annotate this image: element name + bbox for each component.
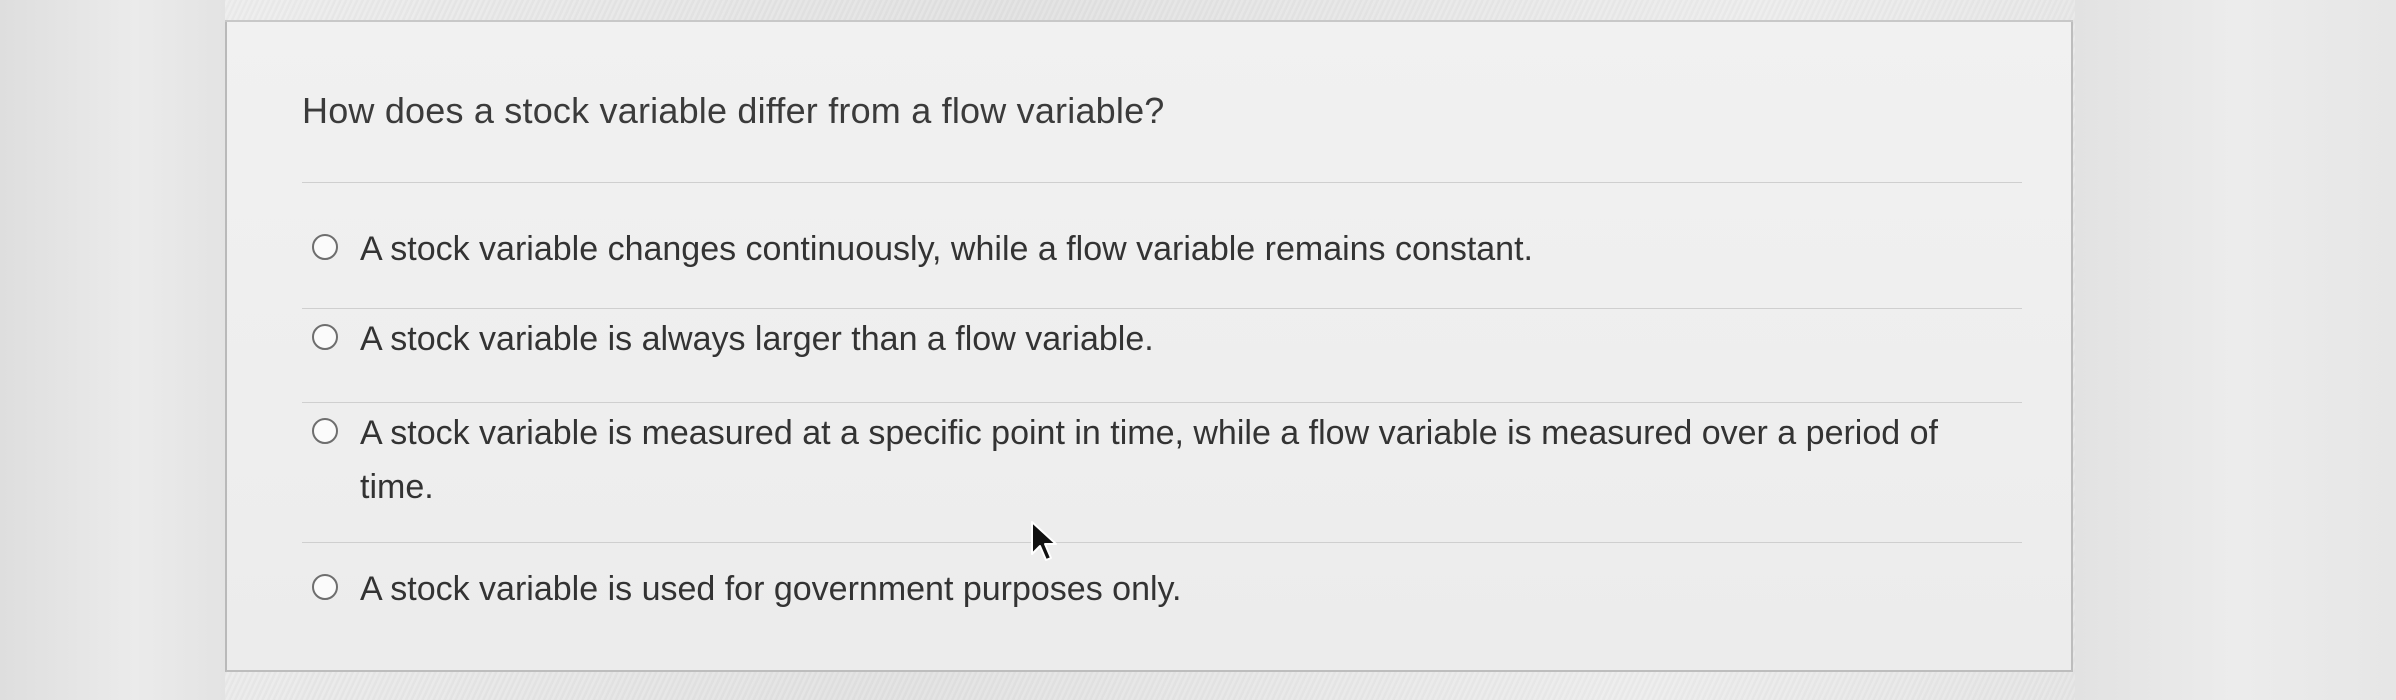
left-margin (0, 0, 225, 700)
answer-option-4[interactable]: A stock variable is used for government … (312, 562, 2012, 616)
answer-option-label: A stock variable is always larger than a… (360, 320, 1154, 358)
divider (302, 182, 2022, 183)
answer-option-2[interactable]: A stock variable is always larger than a… (312, 312, 2012, 366)
answer-option-label: A stock variable changes continuously, w… (360, 230, 1533, 268)
arrow-pointer-icon (1031, 521, 1057, 561)
divider (302, 542, 2022, 543)
answer-option-3[interactable]: A stock variable is measured at a specif… (312, 406, 2012, 514)
radio-button-icon[interactable] (312, 574, 338, 600)
radio-button-icon[interactable] (312, 418, 338, 444)
divider (302, 402, 2022, 403)
answer-option-label: A stock variable is measured at a specif… (360, 414, 1938, 506)
divider (302, 308, 2022, 309)
question-text: How does a stock variable differ from a … (302, 90, 1165, 131)
answer-option-1[interactable]: A stock variable changes continuously, w… (312, 222, 2012, 276)
radio-button-icon[interactable] (312, 234, 338, 260)
right-margin (2075, 0, 2396, 700)
answer-option-label: A stock variable is used for government … (360, 570, 1182, 608)
question-card: How does a stock variable differ from a … (225, 22, 2073, 672)
radio-button-icon[interactable] (312, 324, 338, 350)
